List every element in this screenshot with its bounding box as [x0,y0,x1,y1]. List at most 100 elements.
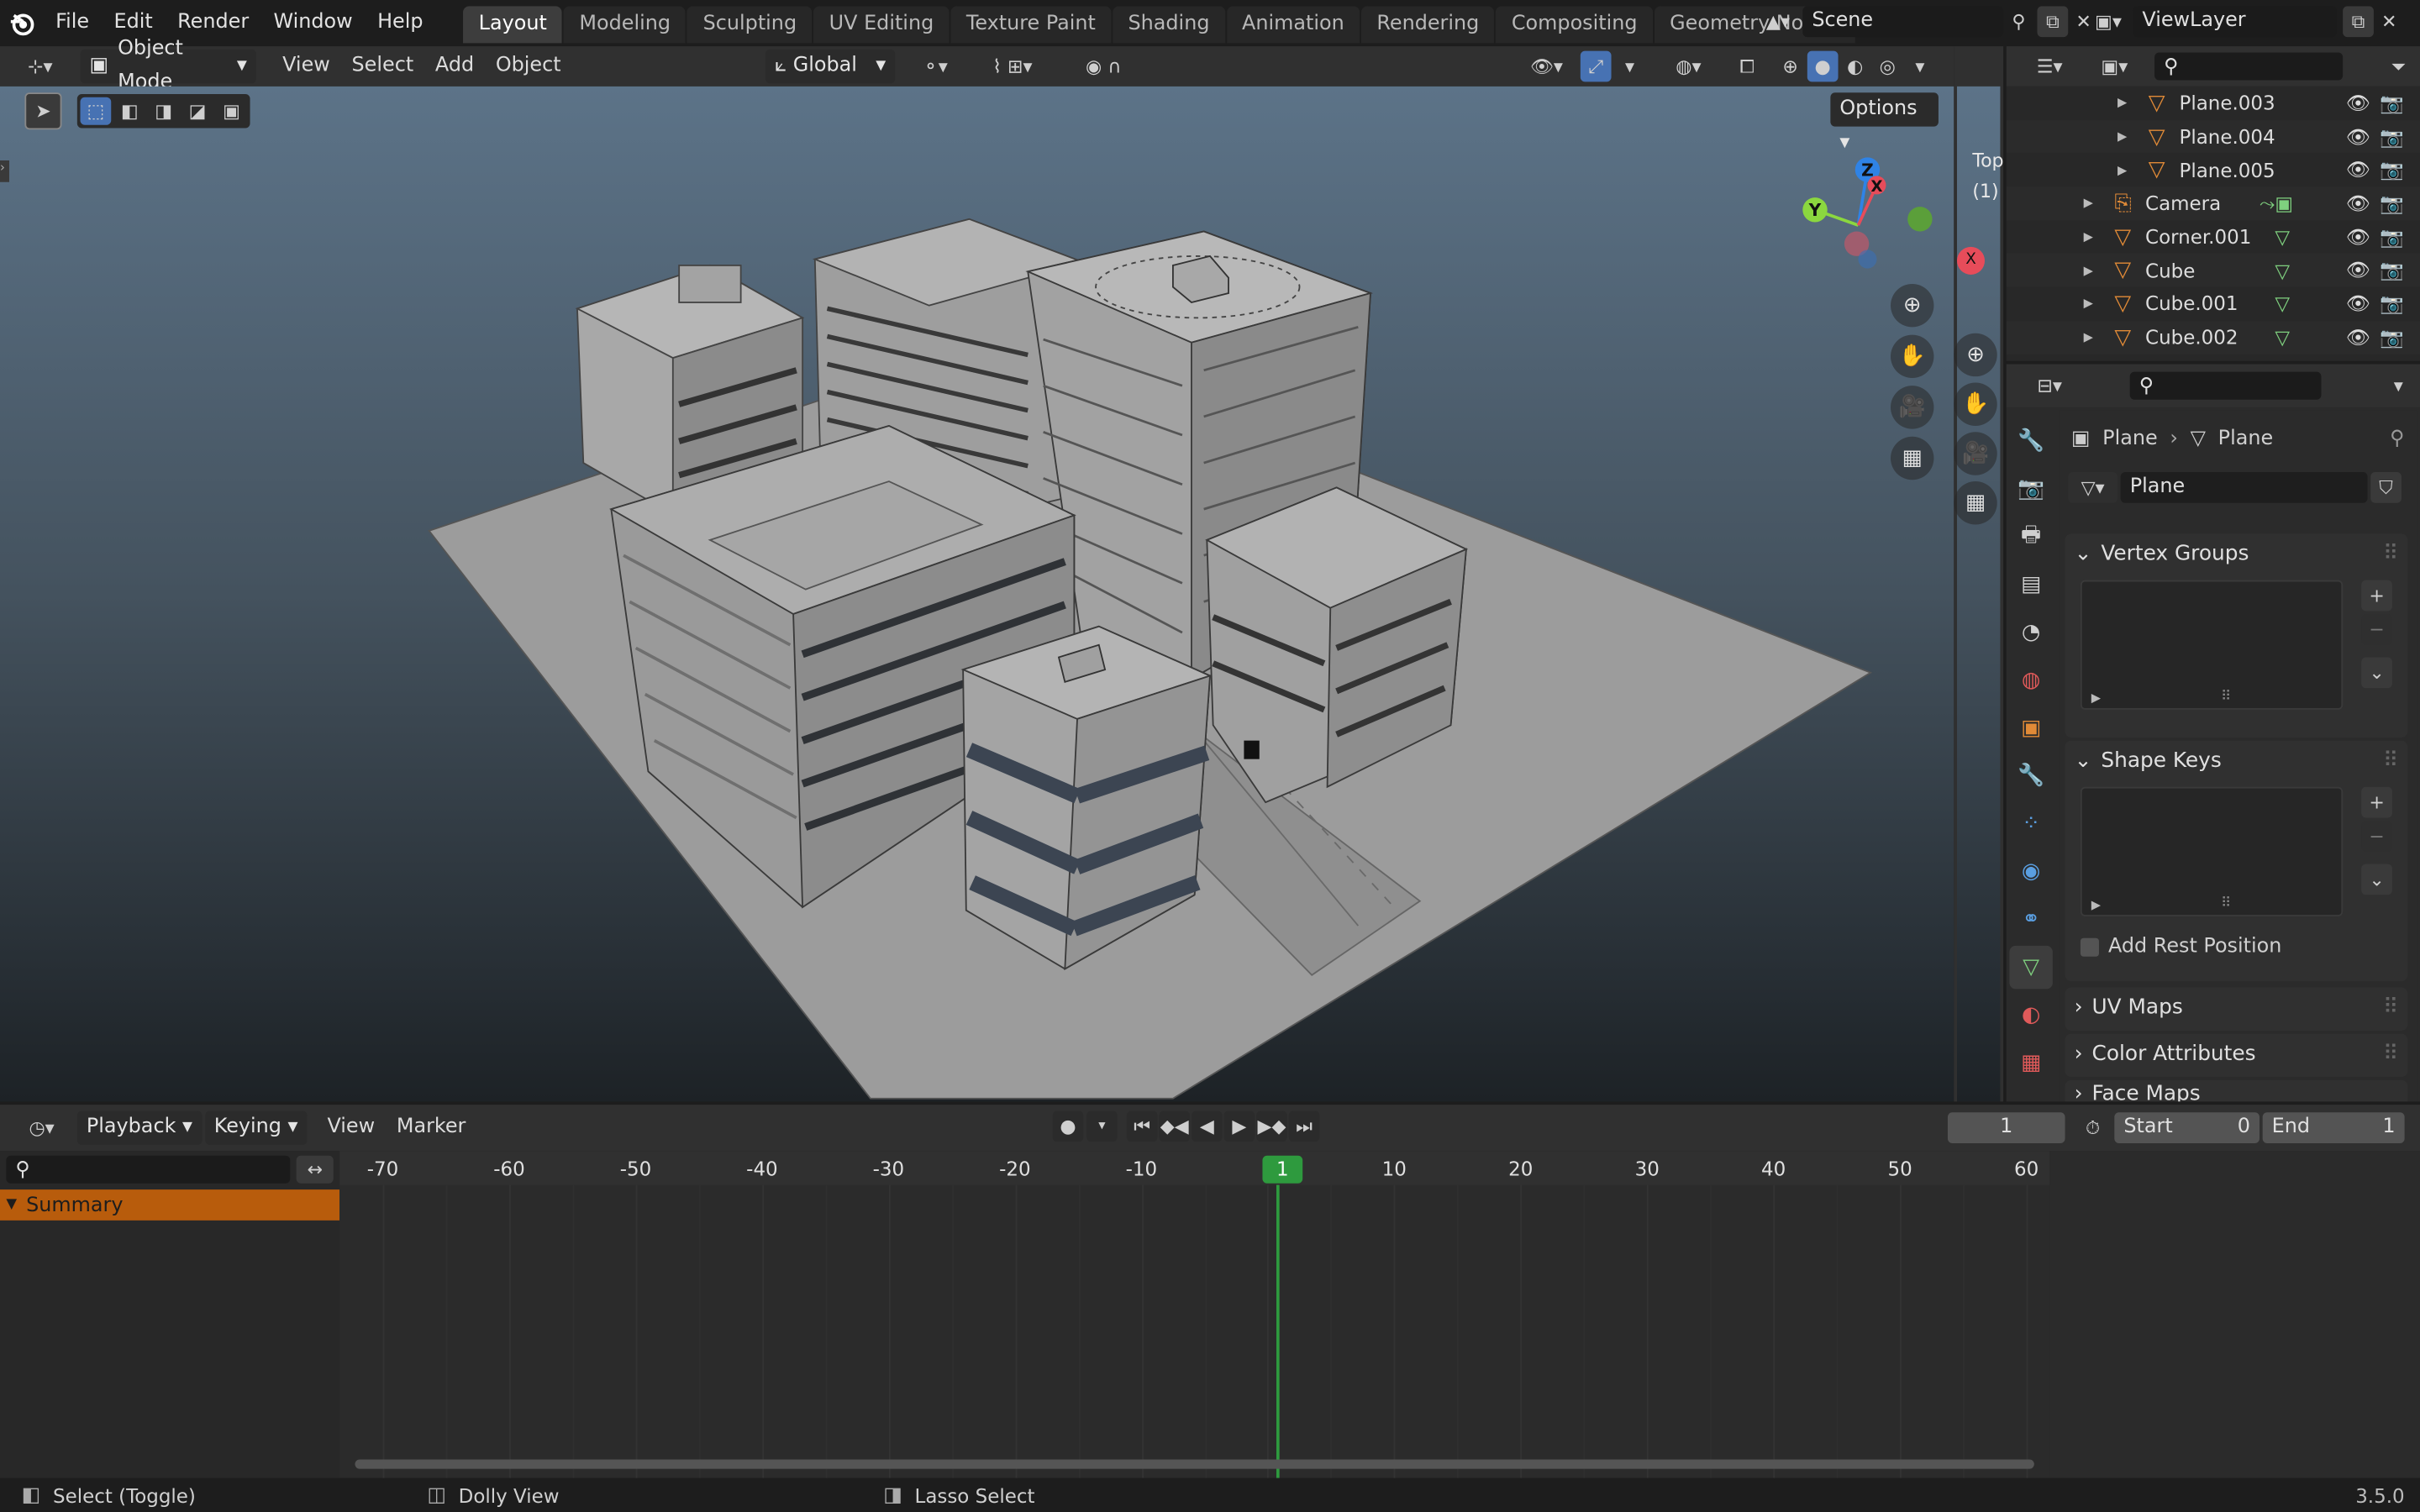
vertex-groups-list[interactable]: ▶ ⠿ [2080,580,2344,710]
playhead-line[interactable] [1276,1184,1280,1478]
texture-tab-icon[interactable]: ▦ [2009,1042,2052,1084]
ortho-grid-icon[interactable]: ▦ [1954,481,1997,525]
add-vertex-group-button[interactable]: + [2361,580,2392,612]
select-extend-icon[interactable]: ◧ [114,97,145,125]
face-maps-header[interactable]: › Face Maps [2065,1080,2408,1102]
material-tab-icon[interactable]: ◐ [2009,994,2052,1037]
face-maps-panel[interactable]: › Face Maps [2065,1079,2408,1102]
timeline-editor-icon[interactable]: ◷▾ [15,1112,67,1143]
view-layer-tab-icon[interactable]: ▤ [2009,563,2052,606]
pan-hand-icon[interactable]: ✋ [1954,382,1997,426]
properties-editor-icon[interactable]: ⊟▾ [2022,370,2077,402]
modifier-tab-icon[interactable]: 🔧 [2009,754,2052,797]
start-frame-field[interactable]: Start 0 [2114,1112,2260,1144]
sync-width-icon[interactable]: ↔ [297,1155,334,1184]
render-camera-icon[interactable]: 📷 [2380,124,2404,149]
expand-arrow-icon[interactable]: ▶ [2118,163,2127,177]
visibility-eye-icon[interactable]: 👁 [2346,192,2370,216]
ortho-grid-icon[interactable]: ▦ [1891,436,1934,480]
outliner-row[interactable]: ▶▽Cube.003▽👁📷 [2006,354,2420,361]
outliner-row[interactable]: ▶ ▽ Cube.001 ▽ 👁 📷 [2006,286,2420,321]
render-camera-icon[interactable]: 📷 [2380,91,2404,115]
vertex-groups-header[interactable]: ⌄ Vertex Groups ⠿ [2065,534,2408,575]
current-frame-field[interactable]: 1 [1947,1112,2065,1144]
view-layer-icon[interactable]: ▣▾ [2084,6,2133,37]
tool-tab-icon[interactable]: 🔧 [2009,420,2052,463]
properties-search-input[interactable]: ⚲ [2129,371,2322,400]
horizontal-scrollbar[interactable] [355,1459,2034,1469]
mesh-data-icon[interactable]: ▽ [2275,259,2290,282]
outliner-search-input[interactable]: ⚲ [2154,52,2344,81]
outliner-row[interactable]: ▶ ▽ Corner.001 ▽ 👁 📷 [2006,220,2420,255]
menu-help[interactable]: Help [365,6,435,39]
snap-icon[interactable]: ⌇ ⊞▾ [969,51,1055,82]
select-difference-icon[interactable]: ◪ [182,97,213,125]
play-icon[interactable]: ▶ [1223,1110,1255,1142]
world-tab-icon[interactable]: ◍ [2009,659,2052,701]
visibility-eye-icon[interactable]: 👁 [2346,325,2370,349]
render-tab-icon[interactable]: 📷 [2009,468,2052,511]
pivot-icon[interactable]: ⚬▾ [911,51,960,82]
proportional-edit-icon[interactable]: ◉ ∩ [1065,51,1142,82]
options-dropdown[interactable]: Options ▾ [1830,92,1939,155]
play-reverse-icon[interactable]: ◀ [1191,1110,1223,1142]
mode-dropdown[interactable]: ▣ Object Mode ▾ [80,37,256,94]
3d-viewport[interactable]: ➤ ⬚ ◧ ◨ ◪ ▣ Options ▾ Z Y X ⊕ ✋ 🎥 ▦ › [0,86,1954,1102]
record-options-icon[interactable]: ▾ [1086,1110,1118,1142]
scene-name-field[interactable]: Scene [1802,6,2004,38]
zoom-icon[interactable]: ⊕ [1954,333,1997,377]
menu-marker[interactable]: Marker [386,1110,476,1144]
zoom-icon[interactable]: ⊕ [1891,283,1934,328]
secondary-viewport-canvas[interactable]: Top (1) X ⊕ ✋ 🎥 ▦ [1954,86,2004,1102]
vertex-group-specials-icon[interactable]: ⌄ [2361,657,2392,689]
fake-user-shield-icon[interactable]: ⛉ [2370,472,2402,503]
tab-sculpting[interactable]: Sculpting [687,6,813,44]
expand-arrow-icon[interactable]: ▶ [2084,230,2093,244]
tab-rendering[interactable]: Rendering [1361,6,1495,44]
drag-handle-icon[interactable]: ⠿ [2383,995,2398,1020]
drag-handle-icon[interactable]: ⠿ [2383,542,2398,566]
mesh-name-field[interactable]: Plane [2120,472,2368,503]
tab-animation[interactable]: Animation [1226,6,1360,44]
tab-shading[interactable]: Shading [1113,6,1225,44]
overlays-icon[interactable]: ◍▾ [1658,51,1719,82]
camera-view-icon[interactable]: 🎥 [1954,432,1997,475]
uv-maps-panel[interactable]: › UV Maps ⠿ [2065,987,2408,1031]
view-layer-name-field[interactable]: ViewLayer [2133,6,2337,38]
visibility-eye-icon[interactable]: 👁 [2346,258,2370,282]
keying-menu[interactable]: Keying ▾ [204,1110,308,1145]
expand-arrow-icon[interactable]: ▶ [2084,264,2093,278]
record-icon[interactable]: ● [1052,1110,1084,1142]
jump-start-icon[interactable]: ⏮ [1126,1110,1158,1142]
navigation-gizmo[interactable]: Z Y X [1791,151,1936,297]
color-attributes-panel[interactable]: › Color Attributes ⠿ [2065,1033,2408,1078]
expand-arrow-icon[interactable]: ▶ [2118,97,2127,111]
toolbar-expand-icon[interactable]: › [0,160,10,182]
chevron-down-icon[interactable]: ▾ [2383,370,2414,402]
add-rest-position-checkbox[interactable] [2080,937,2099,956]
select-subtract-icon[interactable]: ◨ [148,97,179,125]
preview-range-icon[interactable]: ⏱ [2077,1112,2108,1143]
expand-arrow-icon[interactable]: ▶ [2118,129,2127,144]
camera-data-icon[interactable]: ⤳▣ [2260,192,2293,216]
material-shading-icon[interactable]: ◐ [1839,51,1870,82]
expand-icon[interactable]: ▶ [2091,898,2101,912]
xray-icon[interactable]: ⧠ [1732,51,1763,82]
add-shape-key-button[interactable]: + [2361,786,2392,818]
pin-icon[interactable]: ⚲ [2003,6,2034,37]
resize-handle-icon[interactable]: ⠿ [2221,896,2231,911]
summary-channel[interactable]: ▼ Summary [0,1189,340,1221]
blender-logo-icon[interactable] [0,0,43,46]
mesh-data-icon[interactable]: ▽ [2275,225,2290,249]
tab-texture-paint[interactable]: Texture Paint [950,6,1112,44]
next-keyframe-icon[interactable]: ▶◆ [1256,1110,1287,1142]
visibility-icon[interactable]: 👁▾ [1522,51,1571,82]
outliner-row[interactable]: ▶ ▽ Cube.002 ▽ 👁 📷 [2006,320,2420,354]
shape-keys-header[interactable]: ⌄ Shape Keys ⠿ [2065,741,2408,781]
close-view-layer-icon[interactable]: ✕ [2374,6,2405,37]
tab-uv-editing[interactable]: UV Editing [813,6,950,44]
visibility-eye-icon[interactable]: 👁 [2346,124,2370,149]
tab-modeling[interactable]: Modeling [564,6,687,44]
menu-window[interactable]: Window [261,6,366,39]
outliner-row[interactable]: ▶ ▽ Plane.003 👁 📷 [2006,86,2420,120]
